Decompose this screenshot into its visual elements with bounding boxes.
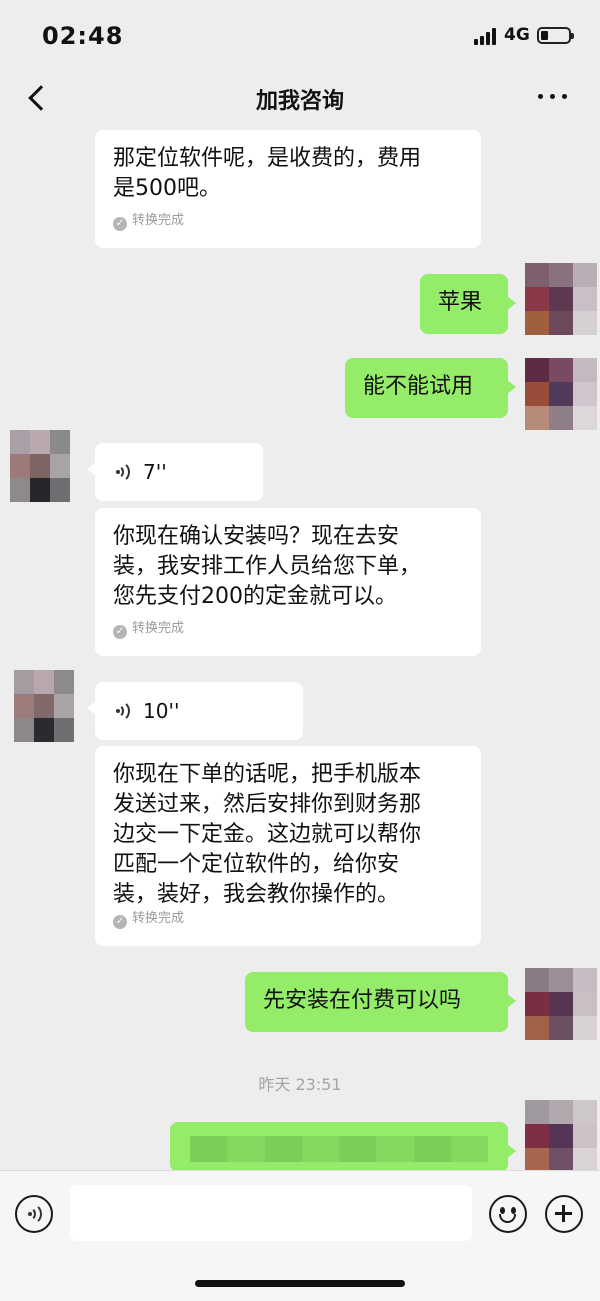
message-bubble-outgoing-blurred[interactable] [170, 1122, 516, 1172]
message-bubble-outgoing[interactable]: 先安装在付费可以吗 [245, 972, 516, 1032]
chat-title: 加我咨询 [255, 89, 344, 114]
voice-message-bubble[interactable]: 7'' [87, 443, 263, 501]
voice-wave-icon [27, 1203, 45, 1225]
message-text: 你现在下单的话呢，把手机版本 发送过来，然后安排你到财务那 边交一下定金。这边就… [113, 762, 422, 907]
contact-avatar[interactable] [10, 430, 70, 502]
conversion-status: ✓ 转换完成 [113, 206, 184, 236]
conversion-status: ✓ 转换完成 [113, 614, 184, 644]
more-button[interactable] [538, 94, 568, 102]
message-input[interactable] [70, 1185, 472, 1241]
status-bar: 02:48 4G [0, 0, 600, 70]
self-avatar[interactable] [525, 968, 597, 1040]
self-avatar[interactable] [525, 1100, 597, 1172]
message-bubble-outgoing[interactable]: 能不能试用 [345, 358, 516, 418]
self-avatar[interactable] [525, 358, 597, 430]
battery-icon [537, 27, 574, 44]
contact-avatar[interactable] [14, 670, 74, 742]
check-icon: ✓ [113, 217, 127, 231]
voice-duration: 10'' [143, 699, 180, 723]
status-time: 02:48 [42, 22, 124, 50]
message-text: 先安装在付费可以吗 [263, 988, 462, 1013]
voice-wave-icon [115, 461, 133, 483]
message-text: 能不能试用 [363, 374, 474, 399]
check-icon: ✓ [113, 915, 127, 929]
emoji-button[interactable] [489, 1195, 527, 1233]
self-avatar[interactable] [525, 263, 597, 335]
conversion-status: ✓ 转换完成 [113, 904, 184, 934]
message-text: 那定位软件呢，是收费的，费用 是500吧。 [113, 146, 422, 201]
signal-icon [474, 27, 500, 45]
voice-wave-icon [115, 700, 133, 722]
chat-header: 加我咨询 [0, 70, 600, 128]
more-actions-button[interactable] [545, 1195, 583, 1233]
time-separator: 昨天 23:51 [258, 1075, 342, 1094]
check-icon: ✓ [113, 625, 127, 639]
smiley-icon [500, 1207, 505, 1214]
network-type: 4G [504, 25, 530, 45]
message-text: 你现在确认安装吗？现在去安 装，我安排工作人员给您下单， 您先支付200的定金就… [113, 524, 422, 609]
voice-input-button[interactable] [15, 1195, 53, 1233]
voice-message-bubble[interactable]: 10'' [87, 682, 303, 740]
blurred-content [190, 1136, 488, 1162]
message-text: 苹果 [438, 290, 483, 315]
home-indicator [195, 1280, 405, 1287]
message-bubble-incoming[interactable]: 那定位软件呢，是收费的，费用 是500吧。 ✓ 转换完成 [95, 130, 481, 248]
message-bubble-incoming[interactable]: 你现在确认安装吗？现在去安 装，我安排工作人员给您下单， 您先支付200的定金就… [95, 508, 481, 656]
message-bubble-incoming[interactable]: 你现在下单的话呢，把手机版本 发送过来，然后安排你到财务那 边交一下定金。这边就… [95, 746, 481, 946]
message-bubble-outgoing[interactable]: 苹果 [420, 274, 516, 334]
voice-duration: 7'' [143, 460, 167, 484]
